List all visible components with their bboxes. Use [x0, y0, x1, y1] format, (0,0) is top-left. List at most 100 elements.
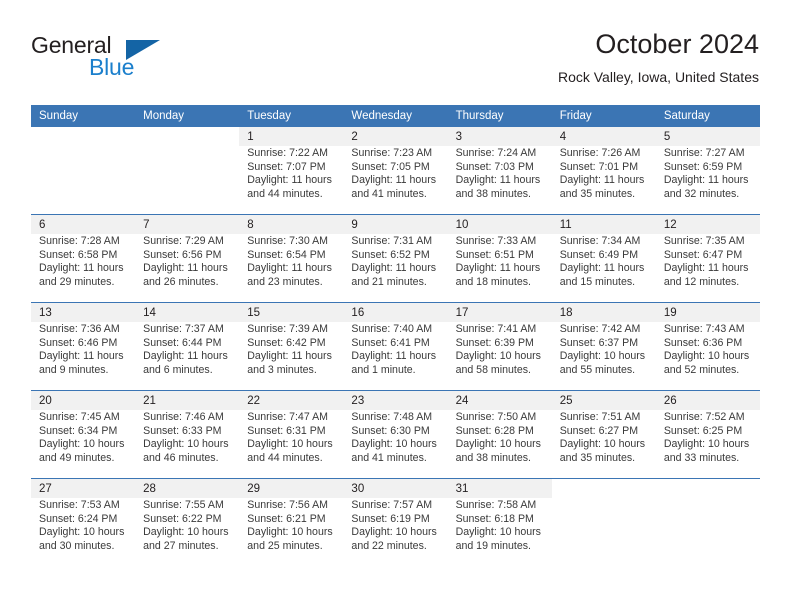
sunset-text: Sunset: 6:33 PM	[143, 424, 222, 437]
day-number-empty	[135, 127, 240, 146]
sunset-text: Sunset: 6:59 PM	[663, 160, 743, 173]
sunrise-text: Sunrise: 7:23 AM	[351, 147, 433, 159]
day-info-cell: Sunrise: 7:26 AM Sunset: 7:01 PM Daylight:…	[551, 146, 656, 215]
daylight-text-line2: and 58 minutes.	[455, 363, 531, 376]
day-number-cell[interactable]: 28	[135, 478, 240, 498]
day-info-cell: Sunrise: 7:42 AM Sunset: 6:37 PM Daylight:…	[551, 322, 656, 391]
daylight-text-line2: and 33 minutes.	[663, 451, 740, 464]
daylight-text-line1: Daylight: 11 hours	[559, 262, 645, 275]
day-info-empty	[31, 146, 136, 215]
day-number-cell[interactable]: 24	[447, 390, 552, 410]
day-number-cell[interactable]: 5	[655, 127, 760, 146]
day-number-cell[interactable]: 10	[447, 214, 552, 234]
calendar-page: General Blue October 2024 Rock Valley, I…	[0, 0, 792, 612]
week-daynumber-row: 27 28 29 30 31	[31, 478, 760, 498]
daylight-text-line2: and 32 minutes.	[663, 187, 740, 200]
sunset-text: Sunset: 6:21 PM	[247, 512, 326, 525]
sunrise-text: Sunrise: 7:27 AM	[663, 147, 745, 159]
day-info-cell: Sunrise: 7:41 AM Sunset: 6:39 PM Daylight:…	[447, 322, 552, 391]
day-number-cell[interactable]: 4	[551, 127, 656, 146]
sunrise-text: Sunrise: 7:34 AM	[559, 235, 641, 247]
calendar-header-row: Sunday Monday Tuesday Wednesday Thursday…	[31, 105, 760, 127]
daylight-text-line2: and 41 minutes.	[351, 187, 427, 200]
daylight-text-line2: and 38 minutes.	[455, 451, 531, 464]
day-number-cell[interactable]: 29	[239, 478, 344, 498]
day-number-cell[interactable]: 25	[551, 390, 656, 410]
week-daynumber-row: 13 14 15 16 17 18 19	[31, 302, 760, 322]
daylight-text-line2: and 6 minutes.	[143, 363, 213, 376]
daylight-text-line2: and 38 minutes.	[455, 187, 531, 200]
day-number-cell[interactable]: 1	[239, 127, 344, 146]
daylight-text-line2: and 23 minutes.	[247, 275, 323, 288]
day-number-cell[interactable]: 27	[31, 478, 136, 498]
sunset-text: Sunset: 6:34 PM	[39, 424, 118, 437]
day-info-cell: Sunrise: 7:39 AM Sunset: 6:42 PM Daylight:…	[239, 322, 344, 391]
daylight-text-line1: Daylight: 11 hours	[663, 262, 749, 275]
day-number-cell[interactable]: 13	[31, 302, 136, 322]
day-info-cell: Sunrise: 7:55 AM Sunset: 6:22 PM Daylight:…	[135, 498, 240, 566]
daylight-text-line1: Daylight: 10 hours	[455, 526, 541, 539]
calendar-grid: Sunday Monday Tuesday Wednesday Thursday…	[31, 105, 760, 566]
day-number-cell[interactable]: 30	[343, 478, 448, 498]
daylight-text-line1: Daylight: 10 hours	[455, 438, 541, 451]
sunset-text: Sunset: 6:51 PM	[455, 248, 534, 261]
sunrise-text: Sunrise: 7:55 AM	[143, 499, 224, 511]
weekday-header-thursday: Thursday	[447, 105, 552, 127]
day-number-cell[interactable]: 23	[343, 390, 448, 410]
sunset-text: Sunset: 6:47 PM	[663, 248, 743, 261]
week-daynumber-row: 6 7 8 9 10 11 12	[31, 214, 760, 234]
day-number-cell[interactable]: 6	[31, 214, 136, 234]
week-info-row: Sunrise: 7:22 AM Sunset: 7:07 PM Daylight:…	[31, 146, 760, 215]
daylight-text-line2: and 3 minutes.	[247, 363, 317, 376]
daylight-text-line1: Daylight: 10 hours	[39, 526, 125, 539]
day-number-cell[interactable]: 12	[655, 214, 760, 234]
day-number-cell[interactable]: 7	[135, 214, 240, 234]
day-number-cell[interactable]: 20	[31, 390, 136, 410]
sunrise-text: Sunrise: 7:48 AM	[351, 411, 433, 423]
sunset-text: Sunset: 6:19 PM	[351, 512, 430, 525]
daylight-text-line2: and 41 minutes.	[351, 451, 427, 464]
location-subtitle: Rock Valley, Iowa, United States	[557, 69, 759, 85]
generalblue-logo[interactable]: General Blue	[31, 32, 241, 88]
day-number-cell[interactable]: 18	[551, 302, 656, 322]
calendar-table: Sunday Monday Tuesday Wednesday Thursday…	[31, 105, 760, 566]
day-number-cell[interactable]: 15	[239, 302, 344, 322]
day-number-cell[interactable]: 2	[343, 127, 448, 146]
daylight-text-line1: Daylight: 10 hours	[247, 438, 333, 451]
sunrise-text: Sunrise: 7:28 AM	[39, 235, 120, 247]
day-number-empty	[551, 478, 656, 498]
day-info-cell: Sunrise: 7:29 AM Sunset: 6:56 PM Daylight:…	[135, 234, 240, 303]
day-number-cell[interactable]: 8	[239, 214, 344, 234]
day-info-empty	[551, 498, 656, 566]
sunrise-text: Sunrise: 7:53 AM	[39, 499, 120, 511]
daylight-text-line1: Daylight: 10 hours	[39, 438, 125, 451]
day-number-cell[interactable]: 19	[655, 302, 760, 322]
day-number-cell[interactable]: 31	[447, 478, 552, 498]
day-number-cell[interactable]: 17	[447, 302, 552, 322]
day-number-cell[interactable]: 21	[135, 390, 240, 410]
daylight-text-line1: Daylight: 10 hours	[247, 526, 333, 539]
daylight-text-line1: Daylight: 10 hours	[143, 526, 229, 539]
daylight-text-line1: Daylight: 10 hours	[559, 350, 646, 363]
day-info-cell: Sunrise: 7:52 AM Sunset: 6:25 PM Daylight:…	[655, 410, 760, 479]
day-number-cell[interactable]: 26	[655, 390, 760, 410]
sunset-text: Sunset: 7:01 PM	[559, 160, 639, 173]
day-info-cell: Sunrise: 7:46 AM Sunset: 6:33 PM Daylight:…	[135, 410, 240, 479]
day-number-cell[interactable]: 14	[135, 302, 240, 322]
day-number-cell[interactable]: 22	[239, 390, 344, 410]
day-number-cell[interactable]: 11	[551, 214, 656, 234]
day-info-cell: Sunrise: 7:35 AM Sunset: 6:47 PM Daylight:…	[655, 234, 760, 303]
day-number-cell[interactable]: 9	[343, 214, 448, 234]
daylight-text-line2: and 1 minute.	[351, 363, 416, 376]
sunrise-text: Sunrise: 7:24 AM	[455, 147, 537, 159]
sunset-text: Sunset: 6:31 PM	[247, 424, 326, 437]
day-number-cell[interactable]: 3	[447, 127, 552, 146]
sunset-text: Sunset: 7:07 PM	[247, 160, 326, 173]
daylight-text-line1: Daylight: 11 hours	[455, 174, 541, 187]
day-number-cell[interactable]: 16	[343, 302, 448, 322]
day-info-cell: Sunrise: 7:24 AM Sunset: 7:03 PM Daylight:…	[447, 146, 552, 215]
day-info-cell: Sunrise: 7:50 AM Sunset: 6:28 PM Daylight:…	[447, 410, 552, 479]
sunset-text: Sunset: 6:42 PM	[247, 336, 326, 349]
daylight-text-line1: Daylight: 10 hours	[143, 438, 229, 451]
day-info-cell: Sunrise: 7:43 AM Sunset: 6:36 PM Daylight:…	[655, 322, 760, 391]
